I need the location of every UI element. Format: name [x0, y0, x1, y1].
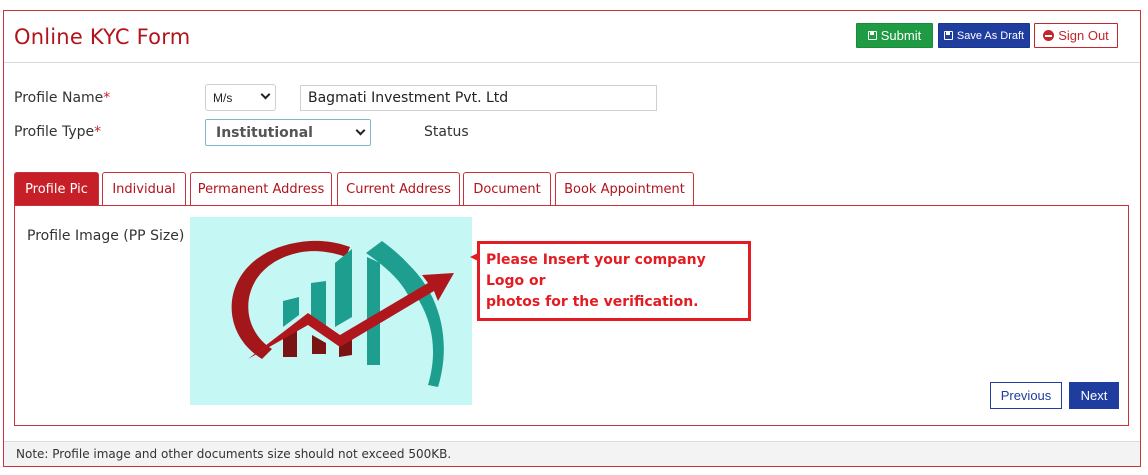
- profile-type-label: Profile Type*: [14, 124, 101, 140]
- footer-note: Note: Profile image and other documents …: [4, 441, 1140, 466]
- profile-name-value: Bagmati Investment Pvt. Ltd: [308, 90, 509, 106]
- profile-name-label-text: Profile Name: [14, 90, 104, 106]
- save-as-draft-label: Save As Draft: [956, 29, 1025, 42]
- minus-circle-icon: [1043, 30, 1055, 41]
- tab-individual[interactable]: Individual: [102, 172, 186, 206]
- chevron-down-icon: [355, 125, 366, 136]
- profile-name-label: Profile Name*: [14, 90, 110, 106]
- salutation-select[interactable]: M/s: [205, 84, 276, 111]
- submit-button-label: Submit: [880, 28, 922, 43]
- kyc-form-card: Online KYC Form Submit Save As Draft Sig…: [3, 10, 1141, 467]
- tab-book-appointment[interactable]: Book Appointment: [555, 172, 694, 206]
- profile-image-label: Profile Image (PP Size): [27, 228, 185, 244]
- company-logo-image: [231, 240, 454, 387]
- tab-profile-pic[interactable]: Profile Pic: [14, 172, 99, 206]
- submit-button[interactable]: Submit: [856, 23, 933, 48]
- required-mark: *: [94, 124, 102, 140]
- sign-out-label: Sign Out: [1058, 28, 1109, 43]
- form-header: Online KYC Form Submit Save As Draft Sig…: [4, 11, 1140, 63]
- save-icon: [867, 31, 877, 40]
- profile-type-select[interactable]: Institutional: [205, 119, 371, 146]
- save-as-draft-button[interactable]: Save As Draft: [938, 23, 1030, 48]
- tab-document[interactable]: Document: [463, 172, 551, 206]
- sign-out-button[interactable]: Sign Out: [1034, 23, 1118, 48]
- logo-upload-notice: Please Insert your company Logo or photo…: [477, 241, 751, 321]
- profile-type-value: Institutional: [216, 124, 313, 141]
- status-label: Status: [424, 124, 469, 140]
- save-icon: [943, 31, 953, 40]
- tab-current-address[interactable]: Current Address: [337, 172, 460, 206]
- notice-line-2: photos for the verification.: [486, 294, 699, 310]
- next-button[interactable]: Next: [1069, 382, 1119, 409]
- previous-button[interactable]: Previous: [990, 382, 1062, 409]
- tab-permanent-address[interactable]: Permanent Address: [190, 172, 332, 206]
- notice-line-1: Please Insert your company Logo or: [486, 252, 706, 289]
- salutation-value: M/s: [213, 90, 233, 105]
- required-mark: *: [103, 90, 111, 106]
- profile-pic-panel: Profile Image (PP Size) Please Insert yo…: [14, 205, 1129, 426]
- profile-name-input[interactable]: Bagmati Investment Pvt. Ltd: [300, 85, 657, 111]
- page-title: Online KYC Form: [14, 25, 191, 49]
- profile-image-upload[interactable]: [190, 217, 472, 405]
- chevron-down-icon: [260, 89, 271, 100]
- profile-type-label-text: Profile Type: [14, 124, 95, 140]
